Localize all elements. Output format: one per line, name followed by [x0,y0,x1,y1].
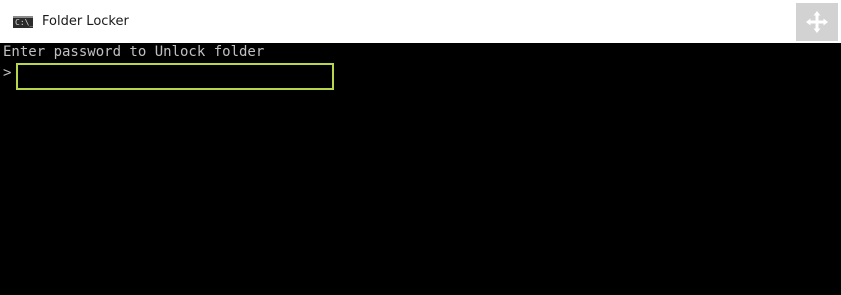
app-icon-glyph: C:\_ [15,18,33,27]
command-prompt-icon: C:\_ [13,16,33,28]
console-area[interactable]: Enter password to Unlock folder > [0,43,841,295]
password-input[interactable] [16,63,334,90]
move-arrows-icon [806,11,828,33]
title-bar[interactable]: C:\_ Folder Locker [0,0,841,43]
window-title: Folder Locker [42,14,129,29]
password-message: Enter password to Unlock folder [3,44,265,60]
prompt-symbol: > [3,65,12,81]
move-button[interactable] [796,3,838,41]
console-window: C:\_ Folder Locker Enter password to Unl… [0,0,841,295]
